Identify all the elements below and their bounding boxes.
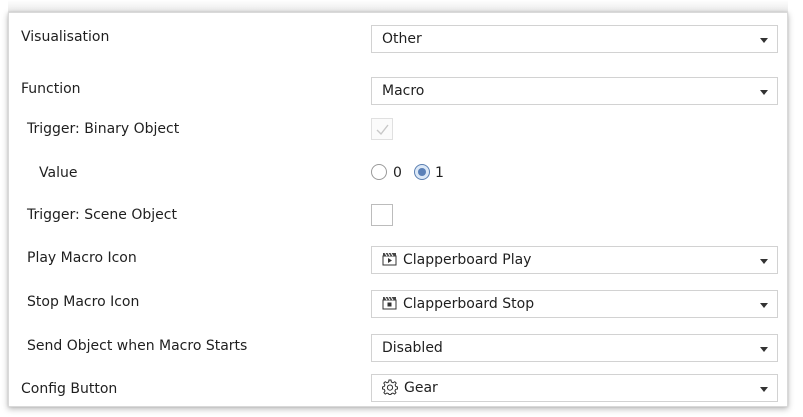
row-stop-macro-icon: Stop Macro Icon Clapperboard Stop	[9, 282, 787, 322]
stop-macro-icon-value: Clapperboard Stop	[403, 296, 535, 312]
visualisation-dropdown[interactable]: Other	[371, 25, 778, 53]
gear-icon	[382, 379, 398, 395]
chevron-down-icon	[760, 259, 768, 264]
row-value: Value 0 1	[9, 153, 787, 193]
value-option-1-label: 1	[435, 165, 444, 181]
stop-macro-icon-dropdown[interactable]: Clapperboard Stop	[371, 290, 778, 318]
config-button-dropdown[interactable]: Gear	[371, 374, 778, 402]
row-visualisation: Visualisation Other	[9, 17, 787, 57]
send-object-dropdown[interactable]: Disabled	[371, 334, 778, 362]
chevron-down-icon	[760, 387, 768, 392]
value-radio-0[interactable]	[371, 164, 387, 180]
clapperboard-play-icon	[382, 252, 397, 265]
stop-macro-icon-label: Stop Macro Icon	[27, 294, 140, 310]
trigger-scene-checkbox[interactable]	[371, 204, 393, 226]
row-send-object: Send Object when Macro Starts Disabled	[9, 326, 787, 366]
play-macro-icon-label: Play Macro Icon	[27, 250, 137, 266]
row-trigger-binary: Trigger: Binary Object	[9, 109, 787, 149]
function-value: Macro	[382, 83, 425, 99]
row-config-button: Config Button Gear	[9, 369, 787, 409]
chevron-down-icon	[760, 90, 768, 95]
function-label: Function	[21, 81, 81, 97]
chevron-down-icon	[760, 38, 768, 43]
function-dropdown[interactable]: Macro	[371, 77, 778, 105]
visualisation-value: Other	[382, 31, 422, 47]
send-object-label: Send Object when Macro Starts	[27, 338, 248, 354]
value-option-0-label: 0	[393, 165, 402, 181]
trigger-binary-checkbox[interactable]	[371, 118, 393, 140]
chevron-down-icon	[760, 303, 768, 308]
config-button-label: Config Button	[21, 381, 118, 397]
value-label: Value	[39, 165, 78, 181]
trigger-binary-label: Trigger: Binary Object	[27, 121, 180, 137]
row-trigger-scene: Trigger: Scene Object	[9, 195, 787, 235]
trigger-scene-label: Trigger: Scene Object	[27, 207, 177, 223]
play-macro-icon-value: Clapperboard Play	[403, 252, 532, 268]
parameters-panel: Visualisation Other Function Macro Trigg…	[8, 12, 788, 407]
play-macro-icon-dropdown[interactable]: Clapperboard Play	[371, 246, 778, 274]
chevron-down-icon	[760, 347, 768, 352]
config-button-value: Gear	[404, 380, 438, 396]
visualisation-label: Visualisation	[21, 29, 110, 45]
value-radio-1[interactable]	[414, 164, 430, 180]
clapperboard-stop-icon	[382, 296, 397, 309]
checkmark-icon	[376, 124, 389, 136]
row-play-macro-icon: Play Macro Icon Clapperboard Play	[9, 238, 787, 278]
row-function: Function Macro	[9, 69, 787, 109]
send-object-value: Disabled	[382, 340, 443, 356]
